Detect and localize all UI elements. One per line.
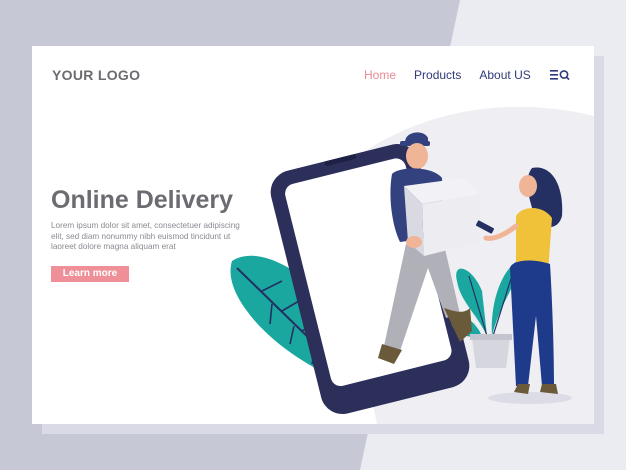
ground-shadow bbox=[488, 392, 572, 404]
package-box-illustration bbox=[404, 178, 480, 256]
landing-page-card: YOUR LOGO Home Products About US Online … bbox=[32, 46, 594, 424]
delivery-illustration bbox=[230, 132, 572, 415]
